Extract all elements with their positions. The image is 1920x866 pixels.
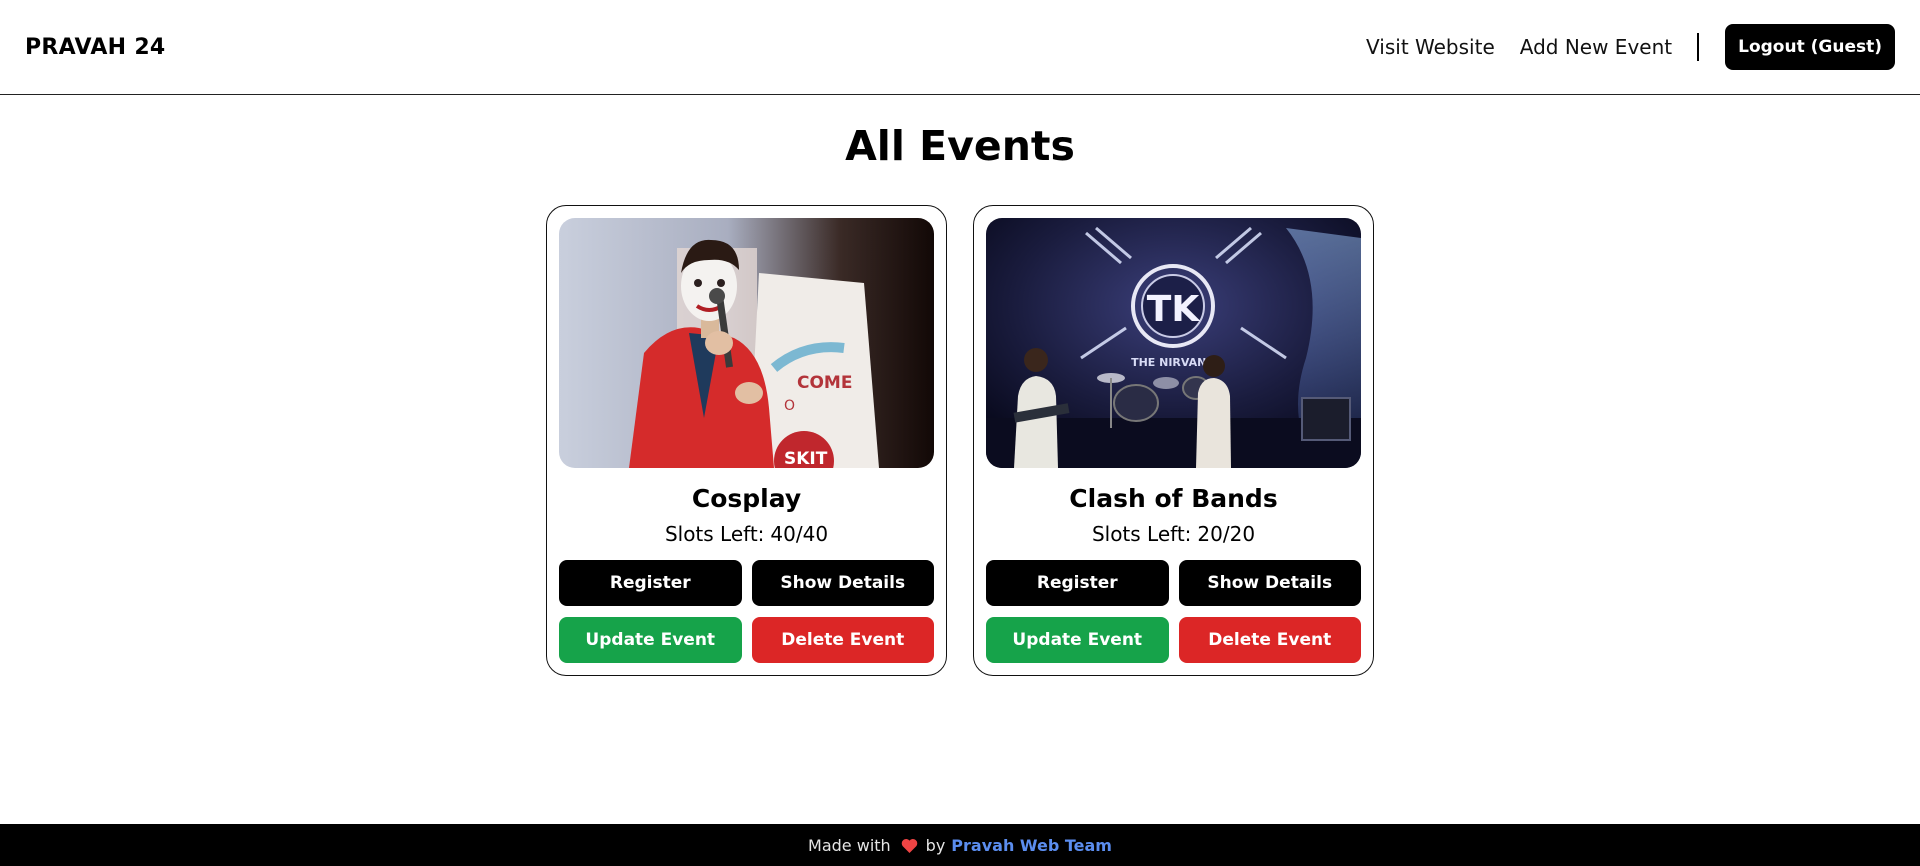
primary-actions: Register Show Details — [559, 560, 934, 606]
event-slots: Slots Left: 40/40 — [559, 522, 934, 546]
page-title: All Events — [845, 122, 1075, 170]
visit-website-link[interactable]: Visit Website — [1366, 35, 1495, 59]
register-button[interactable]: Register — [986, 560, 1169, 606]
update-event-button[interactable]: Update Event — [559, 617, 742, 663]
add-new-event-link[interactable]: Add New Event — [1520, 35, 1672, 59]
stage-banner-text: THE NIRVANA — [1131, 356, 1215, 369]
tk-logo-text: TK — [1147, 289, 1201, 330]
brand-logo[interactable]: PRAVAH 24 — [25, 35, 166, 60]
primary-actions: Register Show Details — [986, 560, 1361, 606]
update-event-button[interactable]: Update Event — [986, 617, 1169, 663]
slots-value: 20/20 — [1197, 522, 1256, 546]
event-title: Cosplay — [691, 484, 802, 513]
show-details-button[interactable]: Show Details — [1178, 560, 1361, 606]
slots-label: Slots Left: — [664, 522, 765, 546]
admin-actions: Update Event Delete Event — [986, 617, 1361, 663]
main-content: All Events COME O SKIT Cosplay Slots Lef… — [0, 126, 1920, 676]
footer: Made with by Pravah Web Team — [0, 824, 1920, 866]
slots-label: Slots Left: — [1091, 522, 1192, 546]
delete-event-button[interactable]: Delete Event — [1178, 617, 1361, 663]
svg-text:SKIT: SKIT — [784, 449, 828, 468]
event-card-list: COME O SKIT Cosplay Slots Left: 40/40 Re… — [0, 205, 1920, 676]
admin-actions: Update Event Delete Event — [559, 617, 934, 663]
band-stage-photo: TK THE NIRVANA — [986, 218, 1361, 468]
show-details-button[interactable]: Show Details — [751, 560, 934, 606]
nav-divider — [1697, 33, 1700, 61]
pravah-web-team-link[interactable]: Pravah Web Team — [951, 836, 1112, 855]
nav-links: Visit Website Add New Event Logout (Gues… — [1341, 24, 1895, 70]
footer-by: by — [925, 835, 946, 855]
register-button[interactable]: Register — [559, 560, 742, 606]
heart-icon — [901, 838, 918, 853]
slots-value: 40/40 — [770, 522, 829, 546]
navbar: PRAVAH 24 Visit Website Add New Event Lo… — [0, 0, 1920, 95]
svg-text:O: O — [784, 398, 795, 414]
svg-text:COME: COME — [797, 373, 852, 393]
delete-event-button[interactable]: Delete Event — [751, 617, 934, 663]
event-slots: Slots Left: 20/20 — [986, 522, 1361, 546]
logout-button[interactable]: Logout (Guest) — [1725, 24, 1895, 70]
event-card: TK THE NIRVANA Clash of Bands Slots Left… — [973, 205, 1374, 676]
event-title: Clash of Bands — [1069, 484, 1278, 513]
footer-made-with: Made with — [808, 835, 891, 855]
cosplay-photo: COME O SKIT — [559, 218, 934, 468]
event-card: COME O SKIT Cosplay Slots Left: 40/40 Re… — [546, 205, 947, 676]
